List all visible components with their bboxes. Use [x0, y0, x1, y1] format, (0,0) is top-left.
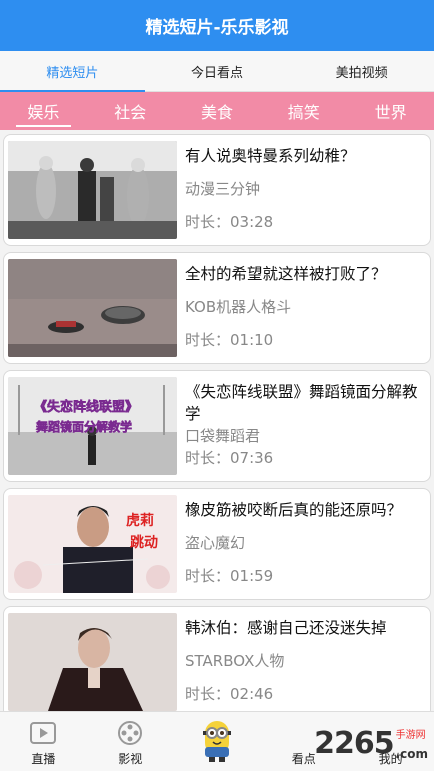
thumbnail-caption-1: 虎莉 [126, 512, 154, 529]
video-source: 动漫三分钟 [185, 180, 261, 198]
video-thumbnail[interactable] [8, 141, 177, 239]
video-duration: 时长：02:46 [185, 685, 274, 703]
video-card[interactable]: 有人说奥特曼系列幼稚？ 动漫三分钟 时长：03:28 [3, 134, 431, 246]
video-duration: 时长：01:59 [185, 567, 274, 585]
watermark-domain: .com [395, 747, 428, 761]
video-card[interactable]: 虎莉 跳动 橡皮筋被咬断后真的能还原吗？ 盗心魔幻 时长：01:59 [3, 488, 431, 600]
video-title: 橡皮筋被咬断后真的能还原吗？ [185, 501, 403, 519]
video-thumbnail[interactable] [8, 259, 177, 357]
category-food[interactable]: 美食 [174, 92, 261, 130]
video-title: 有人说奥特曼系列幼稚？ [185, 147, 356, 165]
video-thumbnail[interactable]: 虎莉 跳动 [8, 495, 177, 593]
category-entertainment[interactable]: 娱乐 [0, 92, 87, 130]
minion-mascot-icon [202, 720, 231, 762]
nav-movies[interactable]: 影视 [87, 712, 174, 771]
app-title: 精选短片-乐乐影视 [145, 18, 289, 38]
video-source: KOB机器人格斗 [185, 298, 292, 316]
film-reel-icon [118, 721, 143, 745]
play-icon [30, 722, 57, 744]
video-card[interactable]: 《失恋阵线联盟》 舞蹈镜面分解教学 《失恋阵线联盟》舞蹈镜面分解教学 口袋舞蹈君… [3, 370, 431, 482]
category-society[interactable]: 社会 [87, 92, 174, 130]
video-list: 有人说奥特曼系列幼稚？ 动漫三分钟 时长：03:28 全村的希望就这样被打败了？… [0, 130, 434, 718]
nav-home-mascot[interactable] [174, 712, 261, 771]
video-title: 《失恋阵线联盟》舞蹈镜面分解教学 [185, 383, 418, 423]
nav-highlights-label: 看点 [291, 752, 316, 766]
video-source: 盗心魔幻 [185, 534, 246, 552]
category-funny[interactable]: 搞笑 [260, 92, 347, 130]
nav-live-label: 直播 [31, 752, 56, 766]
video-duration: 时长：07:36 [185, 449, 274, 467]
video-card[interactable]: 韩沐伯：感谢自己还没迷失掉 STARBOX人物 时长：02:46 [3, 606, 431, 718]
video-duration: 时长：01:10 [185, 331, 274, 349]
title-bar: 精选短片-乐乐影视 [0, 0, 434, 51]
category-bar: 娱乐 社会 美食 搞笑 世界 [0, 92, 434, 130]
app-window: { "app": { "title": "精选短片-乐乐影视" }, "top_… [0, 0, 434, 771]
watermark-suffix: 手游网 [395, 730, 426, 741]
category-world[interactable]: 世界 [347, 92, 434, 130]
thumbnail-caption-2: 舞蹈镜面分解教学 [35, 419, 132, 434]
video-thumbnail[interactable] [8, 613, 177, 711]
video-source: 口袋舞蹈君 [185, 427, 261, 445]
tab-today-highlights[interactable]: 今日看点 [145, 51, 290, 91]
video-thumbnail[interactable]: 《失恋阵线联盟》 舞蹈镜面分解教学 [8, 377, 177, 475]
video-duration: 时长：03:28 [185, 213, 274, 231]
thumbnail-caption-1: 《失恋阵线联盟》 [34, 399, 138, 415]
tab-meipai-videos[interactable]: 美拍视频 [289, 51, 434, 91]
thumbnail-caption-2: 跳动 [130, 534, 158, 551]
video-source: STARBOX人物 [185, 652, 285, 670]
video-title: 韩沐伯：感谢自己还没迷失掉 [185, 619, 387, 637]
site-watermark: 2265 手游网 .com [314, 726, 428, 761]
top-tab-bar: 精选短片 今日看点 美拍视频 [0, 51, 434, 92]
nav-movies-label: 影视 [118, 752, 143, 766]
video-title: 全村的希望就这样被打败了？ [185, 265, 387, 283]
tab-featured-shorts[interactable]: 精选短片 [0, 51, 145, 92]
video-card[interactable]: 全村的希望就这样被打败了？ KOB机器人格斗 时长：01:10 [3, 252, 431, 364]
nav-live[interactable]: 直播 [0, 712, 87, 771]
watermark-number: 2265 [314, 726, 394, 761]
eye-icon [291, 720, 317, 746]
